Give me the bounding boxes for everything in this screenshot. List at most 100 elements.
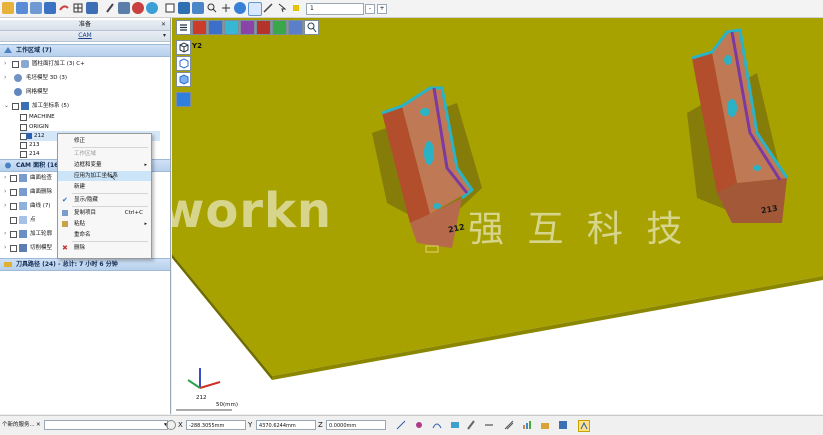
cyan-cube-icon[interactable] [224, 20, 239, 35]
checkbox[interactable] [12, 103, 19, 110]
rotate-icon[interactable] [220, 2, 232, 14]
menu-item-delete[interactable]: ✖ 删除 [58, 243, 151, 253]
tree-item-cam-1[interactable]: › 曲面检查 [4, 173, 54, 183]
grid-icon[interactable] [72, 2, 84, 14]
menu-item-copy[interactable]: 复制项目 Ctrl+C [58, 208, 151, 218]
solid-cube-icon[interactable] [176, 92, 191, 107]
expand-icon[interactable]: › [4, 59, 10, 69]
menu-icon[interactable] [176, 20, 191, 35]
transform-icon[interactable] [288, 20, 303, 35]
checkbox[interactable] [20, 151, 27, 158]
tree-item-cam-5[interactable]: › 加工轮廓 [4, 229, 54, 239]
green-cube-icon[interactable] [272, 20, 287, 35]
tree-item-workzone-3[interactable]: 网格模型 [4, 87, 164, 97]
line-icon[interactable] [484, 420, 494, 430]
curve-icon[interactable] [432, 420, 442, 430]
menu-item-paste[interactable]: 粘贴 ▸ [58, 219, 151, 229]
checkbox[interactable] [10, 217, 17, 224]
tree-item-cam-3[interactable]: › 曲线 (7) [4, 201, 54, 211]
tree-item-cam-4[interactable]: 点 [4, 215, 54, 225]
z-coordinate-field[interactable]: 0.0000mm [326, 420, 386, 430]
select-icon[interactable] [276, 2, 288, 14]
menu-item-rename[interactable]: 重命名 [58, 230, 151, 240]
layer-minus-button[interactable]: - [365, 4, 375, 14]
measure-icon[interactable] [262, 2, 274, 14]
layer-combo[interactable]: 1 [306, 3, 364, 15]
surface-icon[interactable] [450, 420, 460, 430]
checkbox[interactable] [20, 114, 27, 121]
close-icon[interactable]: ✕ [36, 420, 41, 430]
collapse-icon[interactable]: ⌄ [4, 101, 10, 111]
zoom-person-icon[interactable] [304, 20, 319, 35]
menu-item-border-variables[interactable]: 边框和变量 ▸ [58, 160, 151, 170]
checkbox[interactable] [10, 245, 17, 252]
layer-icon[interactable] [164, 2, 176, 14]
expand-icon[interactable]: › [4, 73, 10, 83]
checkbox[interactable] [10, 231, 17, 238]
tree-item-workzone-4[interactable]: ⌄ 加工坐标系 (5) [4, 101, 164, 111]
blue-cube-icon[interactable] [208, 20, 223, 35]
shaded-cube-icon[interactable] [176, 72, 191, 87]
command-input[interactable] [44, 420, 168, 430]
panel-tab-prepare[interactable]: 准备 ✕ [0, 20, 170, 31]
submenu-arrow-icon: ▸ [144, 162, 147, 168]
y-coordinate-field[interactable]: 4370.6244mm [256, 420, 316, 430]
checkbox[interactable] [10, 175, 17, 182]
collapse-icon[interactable]: ▾ [163, 31, 166, 41]
purple-cube-icon[interactable] [240, 20, 255, 35]
undo-icon[interactable] [44, 2, 56, 14]
menu-item-modify[interactable]: 修正 [58, 136, 151, 146]
redo-icon[interactable] [58, 2, 70, 14]
save-icon[interactable] [16, 2, 28, 14]
view-icon[interactable] [86, 2, 98, 14]
folder-icon[interactable] [540, 420, 550, 430]
menu-item-apply-coord[interactable]: 应用为加工坐标系 ↖ [58, 171, 151, 182]
pan-icon[interactable] [234, 2, 246, 14]
refresh-icon[interactable] [118, 2, 130, 14]
x-coordinate-field[interactable]: -288.3055mm [186, 420, 246, 430]
tree-item-coord-machine[interactable]: MACHINE [20, 112, 160, 122]
check-icon: ✔ [62, 196, 68, 204]
menu-item-show-hide[interactable]: ✔ 显示/隐藏 [58, 195, 151, 205]
checkbox[interactable] [10, 189, 17, 196]
tree-item-cam-6[interactable]: › 切削模型 [4, 243, 54, 253]
tool-icon[interactable] [104, 2, 116, 14]
model-icon [19, 244, 27, 252]
checkbox[interactable] [20, 124, 27, 131]
section-workzone[interactable]: 工作区域 (7) [0, 44, 170, 57]
point-icon[interactable] [414, 420, 424, 430]
red-solid-icon[interactable] [256, 20, 271, 35]
tree-item-workzone-2[interactable]: › 毛坯模型 3D (3) [4, 73, 164, 83]
tree-item-label: 加工坐标系 (5) [32, 103, 70, 109]
settings-icon[interactable] [146, 2, 158, 14]
view-cube-icon[interactable] [176, 40, 191, 55]
tree-item-workzone-1[interactable]: › 圆柱面打加工 (3) C+ [4, 59, 164, 69]
save-icon[interactable] [558, 420, 568, 430]
tool-icon[interactable] [466, 420, 476, 430]
chart-icon[interactable] [178, 2, 190, 14]
color-icon[interactable] [132, 2, 144, 14]
measure-icon[interactable] [504, 420, 514, 430]
zoom-icon[interactable] [206, 2, 218, 14]
menu-item-new[interactable]: 新建 [58, 182, 151, 192]
checkbox[interactable] [12, 61, 19, 68]
chart-icon[interactable] [522, 420, 532, 430]
wireframe-cube-icon[interactable] [176, 56, 191, 71]
close-icon[interactable]: ✕ [161, 20, 166, 30]
layer-plus-button[interactable]: + [377, 4, 387, 14]
print-icon[interactable] [30, 2, 42, 14]
target-icon[interactable] [166, 420, 176, 430]
checkbox[interactable] [10, 203, 17, 210]
section-toolpath[interactable]: 刀具路径 (24) - 总计: 7 小时 6 分钟 [0, 258, 170, 271]
surface-icon [19, 174, 27, 182]
snap-icon[interactable] [396, 420, 406, 430]
3d-viewport[interactable]: Y2 212 213 workn 强 互 科 技 212 50(mm) [172, 18, 823, 414]
tree-item-cam-2[interactable]: › 曲面删除 [4, 187, 54, 197]
highlight-icon[interactable] [578, 420, 590, 432]
red-cube-icon[interactable] [192, 20, 207, 35]
sphere-icon[interactable] [192, 2, 204, 14]
panel-tab-cam[interactable]: CAM ▾ [0, 31, 170, 42]
open-icon[interactable] [2, 2, 14, 14]
checkbox[interactable] [20, 142, 27, 149]
fit-icon[interactable] [248, 2, 262, 16]
